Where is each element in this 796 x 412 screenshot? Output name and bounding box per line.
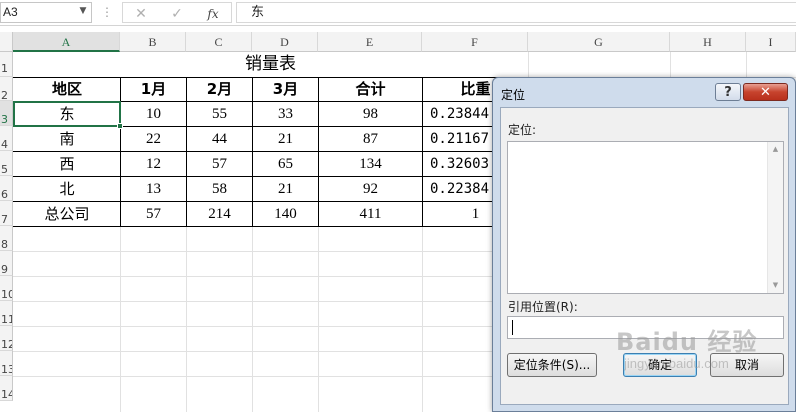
goto-list-label: 定位:: [508, 123, 537, 137]
cell-feb[interactable]: 55: [187, 102, 252, 126]
header-feb[interactable]: 2月: [187, 78, 252, 101]
column-header-f[interactable]: F: [422, 32, 528, 52]
row-header-5[interactable]: 5: [0, 151, 13, 176]
reference-label: 引用位置(R):: [508, 300, 578, 314]
cell-total[interactable]: 411: [319, 202, 422, 226]
column-header-c[interactable]: C: [186, 32, 252, 52]
watermark-logo: Baidu 经验: [616, 328, 758, 356]
column-header-e[interactable]: E: [318, 32, 422, 52]
close-button[interactable]: ✕: [743, 83, 788, 101]
cell-total[interactable]: 87: [319, 127, 422, 151]
column-header-d[interactable]: D: [252, 32, 318, 52]
row-header-11[interactable]: 11: [0, 301, 13, 326]
header-jan[interactable]: 1月: [121, 78, 186, 101]
row-header-14[interactable]: 14: [0, 376, 13, 401]
scroll-up-icon[interactable]: ▲: [768, 142, 783, 157]
cell-region[interactable]: 北: [14, 177, 120, 201]
table-border: [13, 226, 528, 227]
column-header-a[interactable]: A: [13, 32, 120, 52]
header-mar[interactable]: 3月: [253, 78, 318, 101]
active-cell-selection: [13, 101, 121, 127]
chevron-down-icon[interactable]: ▼: [76, 2, 90, 21]
goto-special-button[interactable]: 定位条件(S)...: [507, 353, 597, 377]
cell-total[interactable]: 134: [319, 152, 422, 176]
cell-feb[interactable]: 58: [187, 177, 252, 201]
more-options-icon: ⋮: [101, 5, 113, 19]
cell-jan[interactable]: 22: [121, 127, 186, 151]
enter-icon[interactable]: ✓: [165, 5, 189, 24]
cell-feb[interactable]: 214: [187, 202, 252, 226]
cell-jan[interactable]: 12: [121, 152, 186, 176]
fill-handle[interactable]: [117, 123, 123, 129]
goto-list[interactable]: ▲ ▼: [507, 141, 784, 294]
row-header-4[interactable]: 4: [0, 126, 13, 151]
cell-feb[interactable]: 57: [187, 152, 252, 176]
cancel-icon[interactable]: ✕: [129, 5, 153, 24]
header-total[interactable]: 合计: [319, 78, 422, 101]
cell-jan[interactable]: 10: [121, 102, 186, 126]
cell-mar[interactable]: 140: [253, 202, 318, 226]
goto-list-scrollbar[interactable]: ▲ ▼: [767, 142, 783, 293]
formula-buttons: ✕ ✓ fx: [122, 2, 232, 23]
row-header-13[interactable]: 13: [0, 351, 13, 376]
row-header-10[interactable]: 10: [0, 276, 13, 301]
watermark: Baidu 经验 jingyan.baidu.com: [606, 322, 796, 402]
scroll-down-icon[interactable]: ▼: [768, 278, 783, 293]
select-all-corner[interactable]: [0, 32, 13, 52]
cell-total[interactable]: 92: [319, 177, 422, 201]
header-region[interactable]: 地区: [14, 78, 120, 101]
formula-input[interactable]: 东: [236, 2, 796, 23]
cell-jan[interactable]: 13: [121, 177, 186, 201]
row-header-1[interactable]: 1: [0, 52, 13, 77]
cell-region[interactable]: 南: [14, 127, 120, 151]
help-button[interactable]: ?: [715, 83, 741, 101]
insert-function-icon[interactable]: fx: [201, 5, 225, 24]
column-header-h[interactable]: H: [670, 32, 746, 52]
row-header-12[interactable]: 12: [0, 326, 13, 351]
row-header-8[interactable]: 8: [0, 226, 13, 251]
formula-bar: A3 ▼ ⋮ ✕ ✓ fx 东: [0, 0, 796, 26]
row-header-3[interactable]: 3: [0, 101, 13, 126]
column-header-g[interactable]: G: [528, 32, 670, 52]
cell-total[interactable]: 98: [319, 102, 422, 126]
cell-feb[interactable]: 44: [187, 127, 252, 151]
row-header-7[interactable]: 7: [0, 201, 13, 226]
column-header-i[interactable]: I: [746, 32, 796, 52]
row-header-6[interactable]: 6: [0, 176, 13, 201]
sheet-title[interactable]: 销量表: [13, 52, 528, 77]
cell-mar[interactable]: 65: [253, 152, 318, 176]
text-caret: [512, 320, 513, 335]
row-header-2[interactable]: 2: [0, 77, 13, 101]
cell-mar[interactable]: 33: [253, 102, 318, 126]
dialog-title: 定位: [501, 88, 526, 102]
watermark-url: jingyan.baidu.com: [624, 356, 729, 371]
cell-jan[interactable]: 57: [121, 202, 186, 226]
cell-region[interactable]: 总公司: [14, 202, 120, 226]
column-header-b[interactable]: B: [120, 32, 186, 52]
row-header-9[interactable]: 9: [0, 251, 13, 276]
cell-mar[interactable]: 21: [253, 177, 318, 201]
cell-region[interactable]: 西: [14, 152, 120, 176]
cell-mar[interactable]: 21: [253, 127, 318, 151]
